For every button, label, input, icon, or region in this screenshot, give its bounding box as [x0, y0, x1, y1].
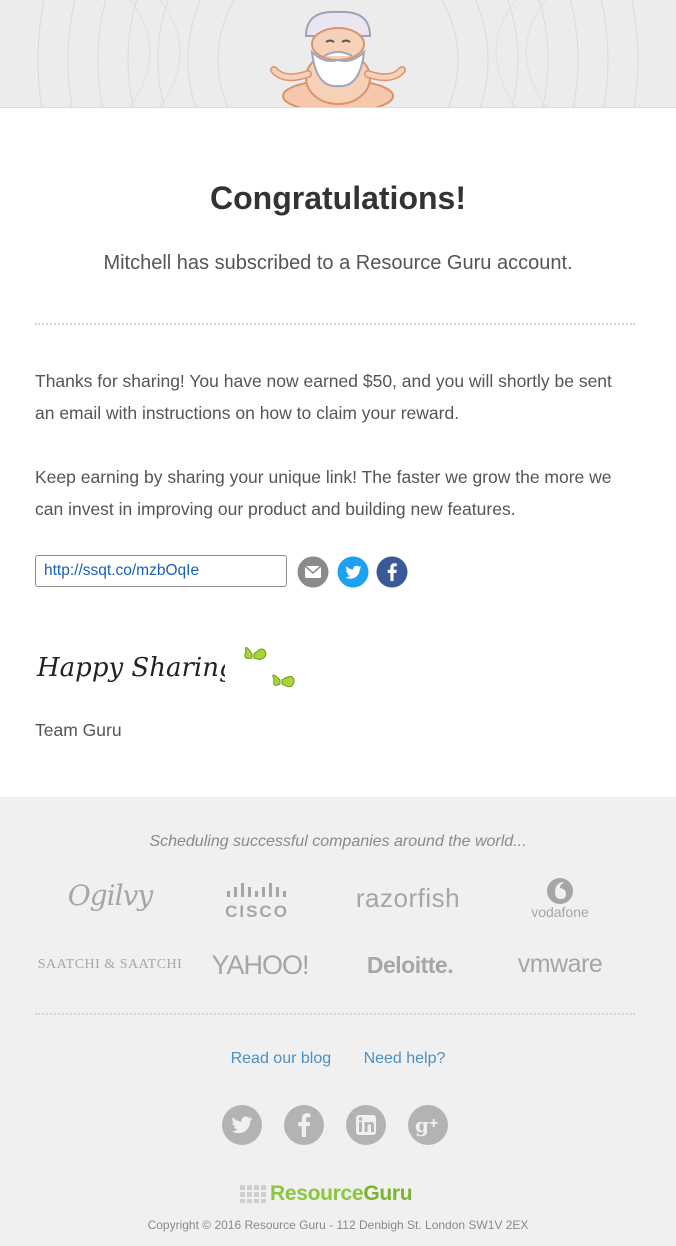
resource-guru-logo: ResourceGuru: [240, 1182, 440, 1206]
twitter-icon[interactable]: [337, 556, 369, 588]
svg-text:+: +: [429, 1115, 438, 1132]
brand-guru: Guru: [363, 1182, 413, 1205]
vodafone-logo: vodafone: [485, 877, 635, 926]
svg-text:vodafone: vodafone: [531, 904, 589, 920]
need-help-link[interactable]: Need help?: [364, 1050, 446, 1067]
cisco-logo: CISCO: [185, 881, 335, 926]
google-plus-icon[interactable]: g +: [407, 1104, 449, 1146]
svg-text:Happy Sharing!: Happy Sharing!: [36, 653, 225, 683]
brand-grid-icon: [240, 1185, 266, 1203]
email-icon[interactable]: [297, 556, 329, 588]
footer: Scheduling successful companies around t…: [0, 797, 676, 1246]
copyright: Copyright © 2016 Resource Guru - 112 Den…: [147, 1218, 529, 1232]
happy-sharing-signature: Happy Sharing!: [36, 653, 225, 683]
meditating-guru-icon: [270, 10, 406, 107]
footer-tagline: Scheduling successful companies around t…: [149, 833, 527, 850]
saatchi-logo: SAATCHI & SAATCHI: [37, 957, 183, 972]
facebook-icon[interactable]: [376, 556, 408, 588]
keep-earning-text: Keep earning by sharing your unique link…: [35, 467, 612, 519]
footer-divider: [35, 1013, 635, 1015]
subscription-message: Mitchell has subscribed to a Resource Gu…: [103, 252, 573, 274]
footer-links: Read our blog Need help?: [0, 1050, 676, 1068]
email-header: [0, 0, 676, 108]
brand-wordmark: ResourceGuru: [270, 1182, 413, 1206]
deloitte-logo: Deloitte.: [366, 952, 454, 978]
share-link-input[interactable]: [35, 555, 287, 587]
section-divider: [35, 323, 635, 325]
razorfish-logo: razorfish: [355, 883, 461, 913]
ogilvy-logo: Ogilvy: [67, 879, 153, 912]
share-row: [35, 555, 435, 589]
earned-reward-text: Thanks for sharing! You have now earned …: [35, 371, 612, 423]
main-content: Congratulations! Mitchell has subscribed…: [0, 108, 676, 797]
linkedin-icon[interactable]: [345, 1104, 387, 1146]
svg-text:CISCO: CISCO: [225, 902, 289, 921]
facebook-icon[interactable]: [283, 1104, 325, 1146]
vmware-logo: vmware: [517, 950, 603, 978]
read-blog-link[interactable]: Read our blog: [231, 1050, 332, 1067]
yahoo-logo: YAHOO!: [211, 950, 309, 980]
page-title: Congratulations!: [210, 180, 466, 216]
vodafone-mark-icon: vodafone: [531, 878, 589, 920]
twitter-icon[interactable]: [221, 1104, 263, 1146]
svg-text:g: g: [415, 1113, 429, 1137]
brand-resource: Resource: [270, 1182, 364, 1205]
butterflies-icon: [244, 647, 295, 688]
cisco-bars-icon: CISCO: [225, 883, 289, 921]
signoff: Team Guru: [35, 720, 122, 740]
